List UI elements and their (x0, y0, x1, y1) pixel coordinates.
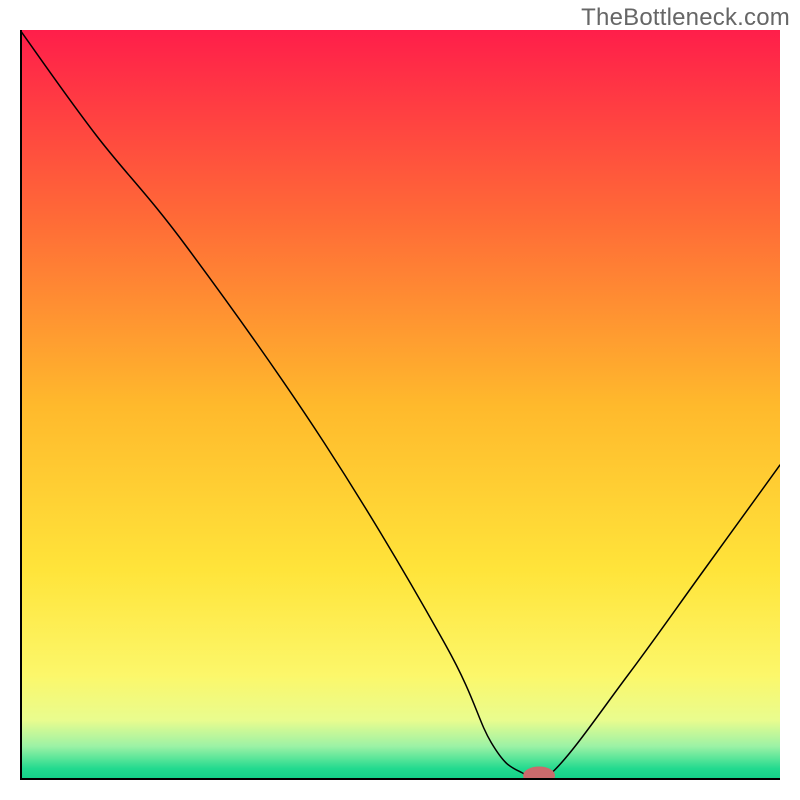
watermark-text: TheBottleneck.com (581, 4, 790, 32)
plot-area (20, 30, 780, 780)
gradient-rect (20, 30, 780, 780)
chart-container: TheBottleneck.com (0, 0, 800, 800)
plot-svg (20, 30, 780, 780)
